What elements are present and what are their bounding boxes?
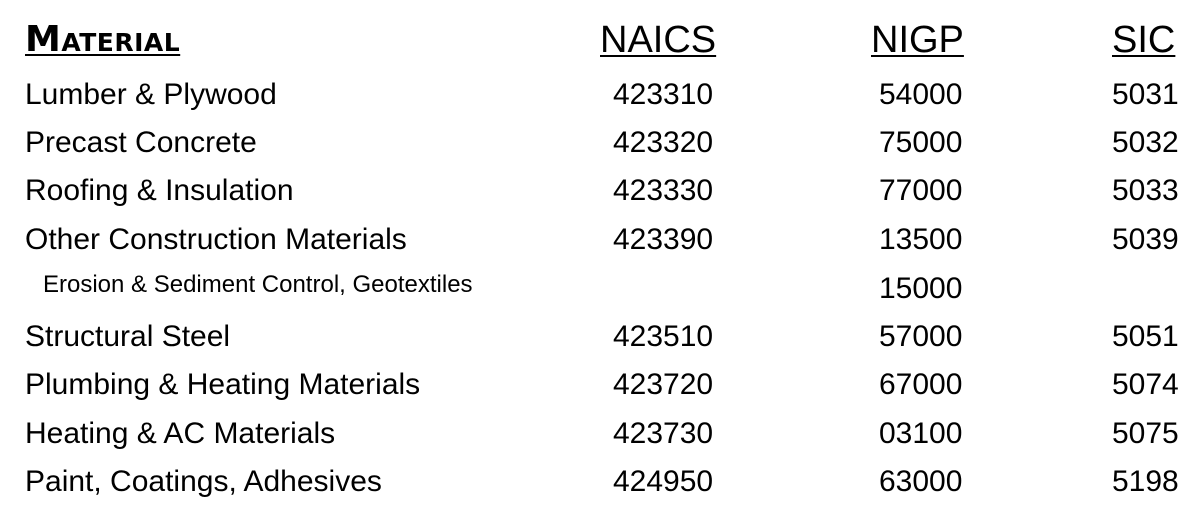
table-row: Other Construction Materials 423390 1350… [0, 220, 1203, 268]
table-row: Lumber & Plywood 423310 54000 5031 [0, 75, 1203, 123]
sic-cell: 5074 [1112, 368, 1179, 401]
nigp-cell: 75000 [879, 126, 963, 159]
material-cell: Paint, Coatings, Adhesives [25, 465, 382, 498]
table-row-sub: Erosion & Sediment Control, Geotextiles … [0, 265, 1203, 313]
naics-cell: 423730 [613, 417, 714, 450]
material-cell: Roofing & Insulation [25, 174, 294, 207]
nigp-cell: 77000 [879, 174, 963, 207]
naics-cell: 423310 [613, 78, 714, 111]
material-cell: Heating & AC Materials [25, 417, 336, 450]
sic-cell: 5033 [1112, 174, 1179, 207]
header-naics: NAICS [600, 19, 717, 61]
table-row: Paint, Coatings, Adhesives 424950 63000 … [0, 462, 1203, 510]
header-nigp: NIGP [871, 19, 964, 61]
naics-cell: 423330 [613, 174, 714, 207]
material-cell: Precast Concrete [25, 126, 257, 159]
material-cell: Erosion & Sediment Control, Geotextiles [43, 271, 473, 298]
table-row: Plumbing & Heating Materials 423720 6700… [0, 365, 1203, 413]
table-row: Roofing & Insulation 423330 77000 5033 [0, 171, 1203, 219]
material-cell: Lumber & Plywood [25, 78, 277, 111]
table-row: Structural Steel 423510 57000 5051 [0, 317, 1203, 365]
sic-cell: 5198 [1112, 465, 1179, 498]
naics-cell: 423390 [613, 223, 714, 256]
sic-cell: 5039 [1112, 223, 1179, 256]
table-row: Precast Concrete 423320 75000 5032 [0, 123, 1203, 171]
naics-cell: 423720 [613, 368, 714, 401]
naics-cell: 424950 [613, 465, 714, 498]
naics-cell: 423320 [613, 126, 714, 159]
nigp-cell: 67000 [879, 368, 963, 401]
sic-cell: 5051 [1112, 320, 1179, 353]
nigp-cell: 63000 [879, 465, 963, 498]
sic-cell: 5075 [1112, 417, 1179, 450]
nigp-cell: 57000 [879, 320, 963, 353]
table-row: Heating & AC Materials 423730 03100 5075 [0, 414, 1203, 462]
sic-cell: 5032 [1112, 126, 1179, 159]
nigp-cell: 03100 [879, 417, 963, 450]
material-cell: Structural Steel [25, 320, 231, 353]
material-cell: Plumbing & Heating Materials [25, 368, 421, 401]
nigp-cell: 13500 [879, 223, 963, 256]
material-cell: Other Construction Materials [25, 223, 407, 256]
header-material: Material [25, 19, 181, 60]
header-sic: SIC [1112, 19, 1176, 61]
naics-cell: 423510 [613, 320, 714, 353]
sic-cell: 5031 [1112, 78, 1179, 111]
nigp-cell: 54000 [879, 78, 963, 111]
nigp-cell: 15000 [879, 272, 963, 305]
